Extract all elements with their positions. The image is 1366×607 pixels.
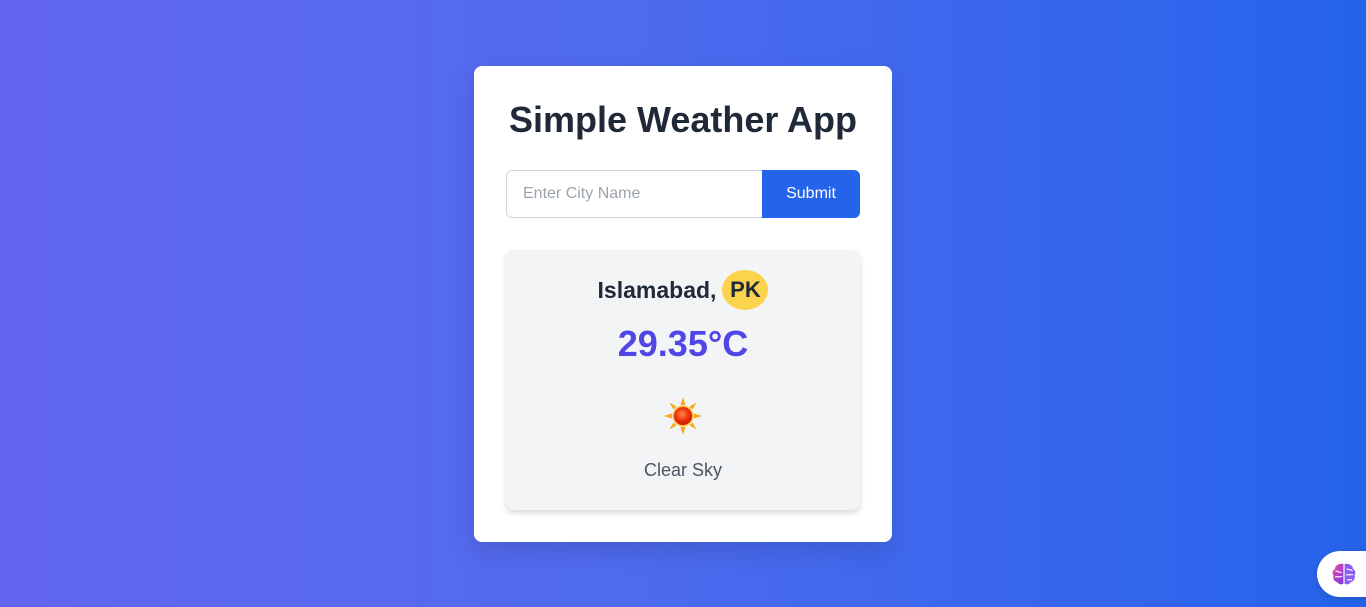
location: Islamabad, PK xyxy=(506,270,860,310)
city-name: Islamabad, xyxy=(597,276,717,303)
sun-icon xyxy=(663,396,703,436)
submit-button[interactable]: Submit xyxy=(762,170,860,218)
city-search-input[interactable] xyxy=(506,170,762,218)
weather-description: Clear Sky xyxy=(643,460,723,480)
country-badge: PK xyxy=(722,270,769,310)
weather-result-panel: Islamabad, PK 29.35°C Clear Sky xyxy=(506,250,860,510)
assistant-floating-button[interactable] xyxy=(1317,551,1366,597)
search-form: Submit xyxy=(506,170,860,218)
temperature-value: 29.35°C xyxy=(617,323,749,364)
page-title: Simple Weather App xyxy=(508,99,858,140)
weather-card: Simple Weather App Submit Islamabad, PK … xyxy=(474,66,892,542)
